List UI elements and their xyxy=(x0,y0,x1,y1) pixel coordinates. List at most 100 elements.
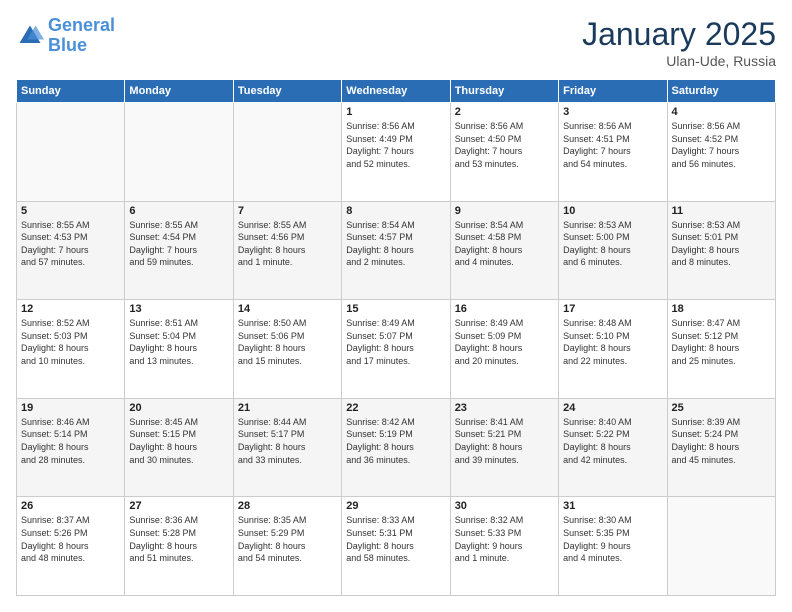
day-info: Sunrise: 8:55 AM Sunset: 4:54 PM Dayligh… xyxy=(129,219,228,269)
day-info: Sunrise: 8:44 AM Sunset: 5:17 PM Dayligh… xyxy=(238,416,337,466)
table-row: 14 Sunrise: 8:50 AM Sunset: 5:06 PM Dayli… xyxy=(233,300,341,399)
calendar-week-3: 19 Sunrise: 8:46 AM Sunset: 5:14 PM Dayli… xyxy=(17,398,776,497)
day-number: 19 xyxy=(21,402,120,414)
day-info: Sunrise: 8:41 AM Sunset: 5:21 PM Dayligh… xyxy=(455,416,554,466)
table-row: 15Sunrise: 8:49 AM Sunset: 5:07 PM Dayli… xyxy=(342,300,450,399)
day-info: Sunrise: 8:56 AM Sunset: 4:51 PM Dayligh… xyxy=(563,120,662,170)
day-info: Sunrise: 8:54 AM Sunset: 4:58 PM Dayligh… xyxy=(455,219,554,269)
table-row: 4 Sunrise: 8:56 AM Sunset: 4:52 PM Daylig… xyxy=(667,103,775,202)
day-info: Sunrise: 8:50 AM Sunset: 5:06 PM Dayligh… xyxy=(238,317,337,367)
calendar-header: Sunday Monday Tuesday Wednesday Thursday… xyxy=(17,80,776,103)
day-info: Sunrise: 8:55 AM Sunset: 4:56 PM Dayligh… xyxy=(238,219,337,269)
day-info: Sunrise: 8:56 AM Sunset: 4:52 PM Dayligh… xyxy=(672,120,771,170)
day-number: 22 xyxy=(346,402,445,414)
col-tuesday: Tuesday xyxy=(233,80,341,103)
day-number: 20 xyxy=(129,402,228,414)
day-number: 17 xyxy=(563,303,662,315)
month-title: January 2025 xyxy=(582,16,776,53)
day-number: 10 xyxy=(563,205,662,217)
col-thursday: Thursday xyxy=(450,80,558,103)
day-number: 1 xyxy=(346,106,445,118)
table-row: 8 Sunrise: 8:54 AM Sunset: 4:57 PM Daylig… xyxy=(342,201,450,300)
header-row: Sunday Monday Tuesday Wednesday Thursday… xyxy=(17,80,776,103)
table-row: 11 Sunrise: 8:53 AM Sunset: 5:01 PM Dayli… xyxy=(667,201,775,300)
table-row: 18 Sunrise: 8:47 AM Sunset: 5:12 PM Dayli… xyxy=(667,300,775,399)
logo: General Blue xyxy=(16,16,115,56)
day-number: 6 xyxy=(129,205,228,217)
day-number: 5 xyxy=(21,205,120,217)
day-info: Sunrise: 8:30 AM Sunset: 5:35 PM Dayligh… xyxy=(563,514,662,564)
day-info: Sunrise: 8:55 AM Sunset: 4:53 PM Dayligh… xyxy=(21,219,120,269)
table-row: 23 Sunrise: 8:41 AM Sunset: 5:21 PM Dayli… xyxy=(450,398,558,497)
table-row: 26 Sunrise: 8:37 AM Sunset: 5:26 PM Dayli… xyxy=(17,497,125,596)
table-row: 3 Sunrise: 8:56 AM Sunset: 4:51 PM Daylig… xyxy=(559,103,667,202)
logo-icon xyxy=(16,22,44,50)
day-info: Sunrise: 8:54 AM Sunset: 4:57 PM Dayligh… xyxy=(346,219,445,269)
table-row xyxy=(233,103,341,202)
day-number: 9 xyxy=(455,205,554,217)
day-info: Sunrise: 8:48 AM Sunset: 5:10 PM Dayligh… xyxy=(563,317,662,367)
day-info: Sunrise: 8:49 AM Sunset: 5:07 PM Dayligh… xyxy=(346,317,445,367)
table-row: 16 Sunrise: 8:49 AM Sunset: 5:09 PM Dayli… xyxy=(450,300,558,399)
day-number: 8 xyxy=(346,205,445,217)
header: General Blue January 2025 Ulan-Ude, Russ… xyxy=(16,16,776,69)
day-number: 23 xyxy=(455,402,554,414)
col-monday: Monday xyxy=(125,80,233,103)
day-number: 26 xyxy=(21,500,120,512)
day-number: 3 xyxy=(563,106,662,118)
logo-text: General Blue xyxy=(48,16,115,56)
day-info: Sunrise: 8:40 AM Sunset: 5:22 PM Dayligh… xyxy=(563,416,662,466)
day-number: 29 xyxy=(346,500,445,512)
table-row: 12 Sunrise: 8:52 AM Sunset: 5:03 PM Dayli… xyxy=(17,300,125,399)
logo-line1: General xyxy=(48,15,115,35)
table-row: 19 Sunrise: 8:46 AM Sunset: 5:14 PM Dayli… xyxy=(17,398,125,497)
day-info: Sunrise: 8:33 AM Sunset: 5:31 PM Dayligh… xyxy=(346,514,445,564)
day-info: Sunrise: 8:49 AM Sunset: 5:09 PM Dayligh… xyxy=(455,317,554,367)
day-number: 25 xyxy=(672,402,771,414)
table-row: 10 Sunrise: 8:53 AM Sunset: 5:00 PM Dayli… xyxy=(559,201,667,300)
table-row: 30Sunrise: 8:32 AM Sunset: 5:33 PM Dayli… xyxy=(450,497,558,596)
day-number: 31 xyxy=(563,500,662,512)
calendar-week-1: 5 Sunrise: 8:55 AM Sunset: 4:53 PM Daylig… xyxy=(17,201,776,300)
table-row: 22 Sunrise: 8:42 AM Sunset: 5:19 PM Dayli… xyxy=(342,398,450,497)
day-info: Sunrise: 8:47 AM Sunset: 5:12 PM Dayligh… xyxy=(672,317,771,367)
day-number: 11 xyxy=(672,205,771,217)
calendar-table: Sunday Monday Tuesday Wednesday Thursday… xyxy=(16,79,776,596)
day-info: Sunrise: 8:35 AM Sunset: 5:29 PM Dayligh… xyxy=(238,514,337,564)
day-info: Sunrise: 8:52 AM Sunset: 5:03 PM Dayligh… xyxy=(21,317,120,367)
table-row: 27Sunrise: 8:36 AM Sunset: 5:28 PM Dayli… xyxy=(125,497,233,596)
day-number: 14 xyxy=(238,303,337,315)
day-info: Sunrise: 8:32 AM Sunset: 5:33 PM Dayligh… xyxy=(455,514,554,564)
table-row: 25Sunrise: 8:39 AM Sunset: 5:24 PM Dayli… xyxy=(667,398,775,497)
day-info: Sunrise: 8:51 AM Sunset: 5:04 PM Dayligh… xyxy=(129,317,228,367)
col-sunday: Sunday xyxy=(17,80,125,103)
table-row xyxy=(125,103,233,202)
table-row: 29 Sunrise: 8:33 AM Sunset: 5:31 PM Dayli… xyxy=(342,497,450,596)
calendar-week-2: 12 Sunrise: 8:52 AM Sunset: 5:03 PM Dayli… xyxy=(17,300,776,399)
day-number: 18 xyxy=(672,303,771,315)
calendar-week-4: 26 Sunrise: 8:37 AM Sunset: 5:26 PM Dayli… xyxy=(17,497,776,596)
table-row xyxy=(17,103,125,202)
table-row: 20Sunrise: 8:45 AM Sunset: 5:15 PM Dayli… xyxy=(125,398,233,497)
day-info: Sunrise: 8:37 AM Sunset: 5:26 PM Dayligh… xyxy=(21,514,120,564)
col-wednesday: Wednesday xyxy=(342,80,450,103)
table-row: 13 Sunrise: 8:51 AM Sunset: 5:04 PM Dayli… xyxy=(125,300,233,399)
table-row: 24Sunrise: 8:40 AM Sunset: 5:22 PM Dayli… xyxy=(559,398,667,497)
col-saturday: Saturday xyxy=(667,80,775,103)
day-info: Sunrise: 8:46 AM Sunset: 5:14 PM Dayligh… xyxy=(21,416,120,466)
day-info: Sunrise: 8:56 AM Sunset: 4:50 PM Dayligh… xyxy=(455,120,554,170)
day-number: 16 xyxy=(455,303,554,315)
day-number: 7 xyxy=(238,205,337,217)
day-info: Sunrise: 8:56 AM Sunset: 4:49 PM Dayligh… xyxy=(346,120,445,170)
day-number: 13 xyxy=(129,303,228,315)
day-info: Sunrise: 8:53 AM Sunset: 5:00 PM Dayligh… xyxy=(563,219,662,269)
day-number: 27 xyxy=(129,500,228,512)
day-info: Sunrise: 8:53 AM Sunset: 5:01 PM Dayligh… xyxy=(672,219,771,269)
table-row: 17 Sunrise: 8:48 AM Sunset: 5:10 PM Dayli… xyxy=(559,300,667,399)
calendar-body: 1 Sunrise: 8:56 AM Sunset: 4:49 PM Daylig… xyxy=(17,103,776,596)
table-row: 1 Sunrise: 8:56 AM Sunset: 4:49 PM Daylig… xyxy=(342,103,450,202)
day-info: Sunrise: 8:42 AM Sunset: 5:19 PM Dayligh… xyxy=(346,416,445,466)
day-number: 4 xyxy=(672,106,771,118)
table-row: 21Sunrise: 8:44 AM Sunset: 5:17 PM Dayli… xyxy=(233,398,341,497)
day-number: 12 xyxy=(21,303,120,315)
